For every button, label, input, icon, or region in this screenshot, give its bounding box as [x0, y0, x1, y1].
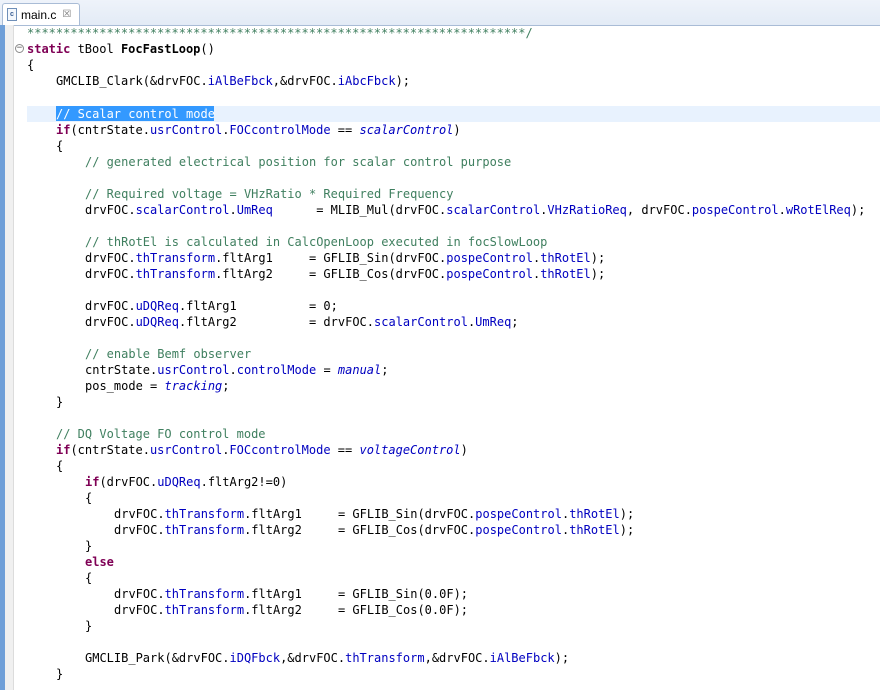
- code-line: }: [56, 395, 64, 409]
- code-line: GMCLIB_Park(&drvFOC.iDQFbck,&drvFOC.thTr…: [85, 651, 570, 665]
- tab-main-c[interactable]: c main.c ☒: [2, 3, 80, 25]
- code-line: ****************************************…: [27, 26, 533, 40]
- code-line: static tBool FocFastLoop(): [27, 42, 215, 56]
- code-line: // DQ Voltage FO control mode: [56, 427, 266, 441]
- code-line: // thRotEl is calculated in CalcOpenLoop…: [85, 235, 548, 249]
- fold-collapse-icon[interactable]: −: [15, 44, 24, 53]
- code-line: if(cntrState.usrControl.FOCcontrolMode =…: [56, 123, 461, 137]
- code-line: {: [27, 58, 35, 72]
- function-name: FocFastLoop: [120, 42, 201, 56]
- code-line: drvFOC.thTransform.fltArg2 = GFLIB_Cos(d…: [114, 523, 635, 537]
- code-line: }: [56, 667, 64, 681]
- code-line: else: [85, 555, 114, 569]
- overview-ruler: [0, 25, 5, 690]
- code-line: drvFOC.thTransform.fltArg1 = GFLIB_Sin(d…: [85, 251, 606, 265]
- code-line: drvFOC.thTransform.fltArg2 = GFLIB_Cos(0…: [114, 603, 469, 617]
- code-line: {: [56, 139, 64, 153]
- editor-tab-bar: c main.c ☒: [0, 0, 880, 26]
- code-line: {: [56, 459, 64, 473]
- code-line: if(drvFOC.uDQReq.fltArg2!=0): [85, 475, 288, 489]
- code-line: }: [85, 619, 93, 633]
- code-line: // enable Bemf observer: [85, 347, 252, 361]
- code-line: if(cntrState.usrControl.FOCcontrolMode =…: [56, 443, 468, 457]
- code-line: cntrState.usrControl.controlMode = manua…: [85, 363, 389, 377]
- code-line: drvFOC.thTransform.fltArg2 = GFLIB_Cos(d…: [85, 267, 606, 281]
- code-line: }: [85, 539, 93, 553]
- code-line: {: [85, 491, 93, 505]
- code-line: drvFOC.uDQReq.fltArg1 = 0;: [85, 299, 338, 313]
- code-line: drvFOC.uDQReq.fltArg2 = drvFOC.scalarCon…: [85, 315, 519, 329]
- code-line: {: [85, 571, 93, 585]
- code-line: drvFOC.scalarControl.UmReq = MLIB_Mul(dr…: [85, 203, 866, 217]
- code-editor[interactable]: ****************************************…: [27, 25, 880, 690]
- tab-title: main.c: [21, 7, 57, 22]
- c-source-file-icon: c: [7, 8, 17, 21]
- code-line: drvFOC.thTransform.fltArg1 = GFLIB_Sin(d…: [114, 507, 635, 521]
- code-line: GMCLIB_Clark(&drvFOC.iAlBeFbck,&drvFOC.i…: [56, 74, 411, 88]
- code-line: pos_mode = tracking;: [85, 379, 230, 393]
- code-line: // generated electrical position for sca…: [85, 155, 512, 169]
- close-icon[interactable]: ☒: [62, 9, 71, 20]
- code-line: // Required voltage = VHzRatio * Require…: [85, 187, 454, 201]
- code-line-selected: // Scalar control mode: [56, 107, 215, 121]
- code-line: drvFOC.thTransform.fltArg1 = GFLIB_Sin(0…: [114, 587, 469, 601]
